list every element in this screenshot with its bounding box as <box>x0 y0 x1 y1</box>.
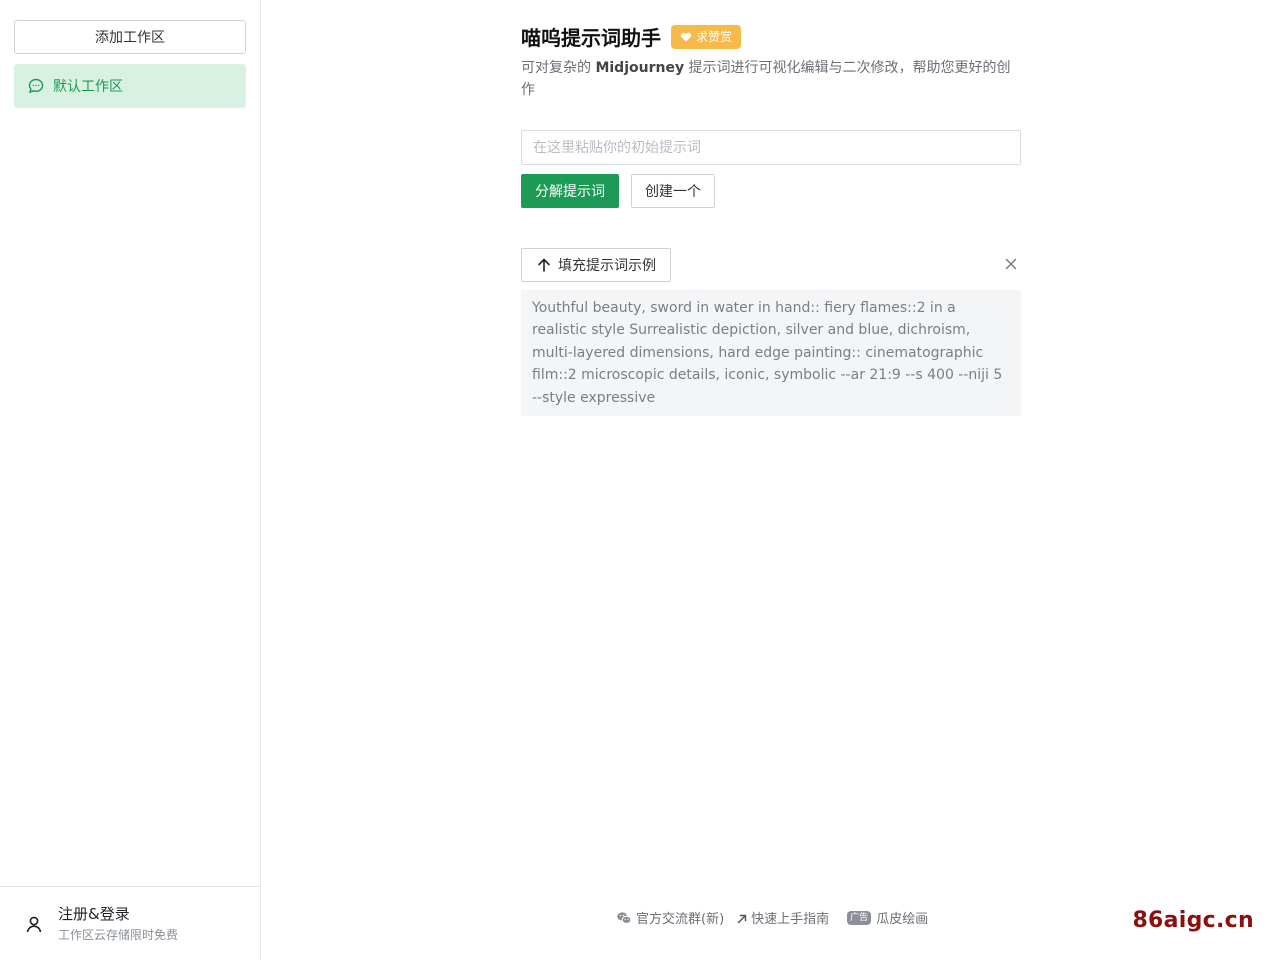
page-description: 可对复杂的 Midjourney 提示词进行可视化编辑与二次修改，帮助您更好的创… <box>521 57 1021 101</box>
user-icon <box>24 914 44 934</box>
wechat-icon <box>616 910 632 926</box>
footer-link-community[interactable]: 官方交流群(新) <box>616 908 724 927</box>
sidebar-item-label: 默认工作区 <box>53 79 123 95</box>
fill-example-label: 填充提示词示例 <box>558 258 656 274</box>
title-row: 喵呜提示词助手 求赞赏 <box>521 22 742 51</box>
arrow-up-icon <box>536 257 552 273</box>
footer-link-ad[interactable]: 广告 瓜皮绘画 <box>847 908 928 927</box>
donate-badge[interactable]: 求赞赏 <box>671 24 742 49</box>
desc-bold: Midjourney <box>595 60 685 76</box>
external-arrow-icon <box>736 910 748 926</box>
add-workspace-button[interactable]: 添加工作区 <box>14 20 246 54</box>
create-button[interactable]: 创建一个 <box>631 174 715 208</box>
parse-prompt-button[interactable]: 分解提示词 <box>521 174 619 208</box>
footer-link-label: 快速上手指南 <box>751 912 830 927</box>
ad-tag: 广告 <box>847 910 872 925</box>
desc-pre: 可对复杂的 <box>521 60 596 76</box>
sidebar: 添加工作区 默认工作区 注册&登录 工作区云存储限时免费 <box>0 0 261 960</box>
footer-links: 官方交流群(新) 快速上手指南 广告 瓜皮绘画 <box>616 908 928 927</box>
login-text: 注册&登录 工作区云存储限时免费 <box>58 904 178 944</box>
footer-link-guide[interactable]: 快速上手指南 <box>736 908 829 927</box>
close-icon[interactable] <box>1003 256 1019 272</box>
example-prompt-text: Youthful beauty, sword in water in hand:… <box>521 290 1021 416</box>
watermark-logo: 86aigc.cn <box>1132 908 1254 933</box>
login-subtitle: 工作区云存储限时免费 <box>58 927 179 942</box>
sidebar-item-default-workspace[interactable]: 默认工作区 <box>14 64 246 108</box>
login-title[interactable]: 注册&登录 <box>58 904 178 924</box>
login-panel[interactable]: 注册&登录 工作区云存储限时免费 <box>0 886 260 960</box>
fill-example-button[interactable]: 填充提示词示例 <box>521 248 671 282</box>
footer-link-label: 官方交流群(新) <box>636 912 725 927</box>
footer-link-label: 瓜皮绘画 <box>876 912 929 927</box>
badge-label: 求赞赏 <box>696 30 733 44</box>
heart-icon <box>680 31 692 43</box>
chat-bubble-icon <box>27 77 45 95</box>
prompt-input[interactable] <box>521 130 1021 165</box>
page-title: 喵呜提示词助手 <box>521 26 661 50</box>
